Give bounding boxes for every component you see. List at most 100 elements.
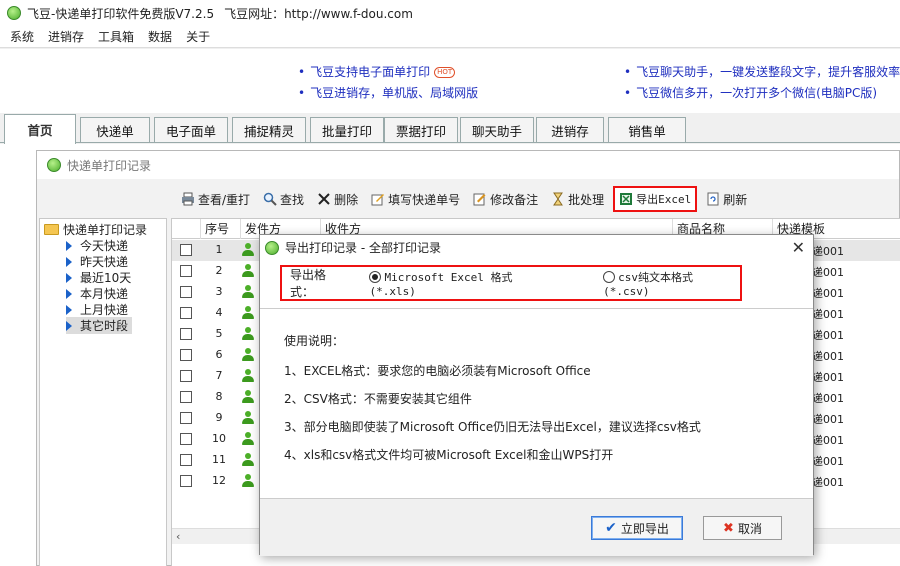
- menu-bar: 系统 进销存 工具箱 数据 关于: [0, 26, 900, 48]
- row-template: 递001: [812, 434, 844, 447]
- view-reprint-button[interactable]: 查看/重打: [177, 186, 254, 212]
- check-icon: ✔: [605, 520, 617, 536]
- tab-inventory[interactable]: 进销存: [536, 117, 604, 142]
- row-checkbox[interactable]: [180, 433, 192, 445]
- row-checkbox[interactable]: [180, 349, 192, 361]
- person-icon: [241, 390, 255, 404]
- tree-item-this-month[interactable]: 本月快递: [66, 285, 128, 302]
- row-index: 7: [215, 369, 223, 382]
- menu-data[interactable]: 数据: [148, 28, 172, 45]
- app-logo-icon: [47, 158, 61, 172]
- menu-about[interactable]: 关于: [186, 28, 210, 45]
- radio-empty-icon[interactable]: [603, 270, 616, 283]
- excel-icon: [619, 192, 633, 206]
- tree-item-today[interactable]: 今天快递: [66, 237, 128, 254]
- window-title: 飞豆-快递单打印软件免费版V7.2.5 飞豆网址：http://www.f-dou…: [27, 6, 413, 21]
- option-csv[interactable]: csv纯文本格式 (*.csv): [603, 269, 740, 298]
- tree-item-other[interactable]: 其它时段: [66, 317, 133, 334]
- row-index: 9: [215, 411, 223, 424]
- person-icon: [241, 348, 255, 362]
- edit-note-button[interactable]: 修改备注: [469, 186, 542, 212]
- tree-item-last10[interactable]: 最近10天: [66, 269, 131, 286]
- triangle-right-icon: [66, 256, 72, 267]
- triangle-right-icon: [66, 288, 72, 299]
- row-checkbox[interactable]: [180, 475, 192, 487]
- promo-link-chat[interactable]: • 飞豆聊天助手，一键发送整段文字，提升客服效率: [624, 63, 900, 80]
- row-index: 8: [215, 390, 223, 403]
- export-excel-button[interactable]: 导出Excel: [613, 186, 698, 212]
- tab-home[interactable]: 首页: [4, 114, 76, 144]
- row-checkbox[interactable]: [180, 265, 192, 277]
- person-icon: [241, 369, 255, 383]
- person-icon: [241, 243, 255, 257]
- dialog-title: 导出打印记录 - 全部打印记录: [285, 241, 441, 255]
- row-template: 递001: [812, 329, 844, 342]
- inner-title-bar: 快递单打印记录: [37, 151, 899, 179]
- usage-line-4: 4、xls和csv格式文件均可被Microsoft Excel和金山WPS打开: [284, 448, 614, 462]
- tab-eface[interactable]: 电子面单: [154, 117, 228, 142]
- row-template: 递001: [812, 392, 844, 405]
- tab-batch-print[interactable]: 批量打印: [310, 117, 384, 142]
- tab-express[interactable]: 快递单: [80, 117, 150, 142]
- row-index: 6: [215, 348, 223, 361]
- usage-line-2: 2、CSV格式：不需要安装其它组件: [284, 392, 472, 406]
- tab-receipt[interactable]: 票据打印: [384, 117, 458, 142]
- refresh-button[interactable]: 刷新: [702, 186, 751, 212]
- find-button[interactable]: 查找: [259, 186, 308, 212]
- row-checkbox[interactable]: [180, 412, 192, 424]
- tree-item-yesterday[interactable]: 昨天快递: [66, 253, 128, 270]
- row-checkbox[interactable]: [180, 244, 192, 256]
- menu-system[interactable]: 系统: [10, 28, 34, 45]
- row-checkbox[interactable]: [180, 307, 192, 319]
- option-xls[interactable]: Microsoft Excel 格式 (*.xls): [369, 269, 557, 298]
- format-label: 导出格式：: [290, 268, 327, 299]
- row-index: 10: [212, 432, 226, 445]
- tab-sales[interactable]: 销售单: [608, 117, 686, 142]
- batch-button[interactable]: 批处理: [547, 186, 608, 212]
- row-index: 2: [215, 264, 223, 277]
- row-index: 3: [215, 285, 223, 298]
- fill-tracking-button[interactable]: 填写快递单号: [367, 186, 464, 212]
- scroll-left-icon[interactable]: ‹: [176, 530, 180, 543]
- menu-toolbox[interactable]: 工具箱: [98, 28, 134, 45]
- row-index: 11: [212, 453, 226, 466]
- menu-inventory[interactable]: 进销存: [48, 28, 84, 45]
- row-template: 递001: [812, 308, 844, 321]
- triangle-right-icon: [66, 304, 72, 315]
- app-logo-icon: [265, 240, 279, 255]
- row-template: 递001: [812, 350, 844, 363]
- export-format-group: 导出格式： Microsoft Excel 格式 (*.xls) csv纯文本格…: [280, 265, 742, 301]
- folder-icon: [44, 224, 59, 235]
- export-now-button[interactable]: ✔ 立即导出: [591, 516, 683, 540]
- tree-root[interactable]: 快递单打印记录: [44, 221, 147, 238]
- triangle-right-icon: [66, 272, 72, 283]
- row-index: 5: [215, 327, 223, 340]
- radio-selected-icon[interactable]: [369, 270, 382, 283]
- hourglass-icon: [551, 192, 565, 206]
- tab-chat[interactable]: 聊天助手: [460, 117, 534, 142]
- triangle-right-icon: [66, 240, 72, 251]
- inner-title: 快递单打印记录: [67, 158, 152, 173]
- cancel-button[interactable]: ✖ 取消: [703, 516, 782, 540]
- row-checkbox[interactable]: [180, 370, 192, 382]
- usage-line-1: 1、EXCEL格式：要求您的电脑必须装有Microsoft Office: [284, 364, 591, 378]
- row-checkbox[interactable]: [180, 454, 192, 466]
- edit-icon: [371, 192, 385, 206]
- promo-link-wechat[interactable]: • 飞豆微信多开，一次打开多个微信(电脑PC版): [624, 84, 877, 101]
- col-index[interactable]: 序号: [200, 219, 240, 239]
- tab-capture[interactable]: 捕捉精灵: [232, 117, 306, 142]
- toolbar: 查看/重打 查找 删除 填写快递单号 修改备注 批处理 导出Excel 刷新: [177, 185, 756, 213]
- person-icon: [241, 264, 255, 278]
- date-tree: 快递单打印记录 今天快递 昨天快递 最近10天 本月快递 上月快递 其它时段: [39, 218, 167, 566]
- row-checkbox[interactable]: [180, 286, 192, 298]
- tree-item-last-month[interactable]: 上月快递: [66, 301, 128, 318]
- person-icon: [241, 306, 255, 320]
- person-icon: [241, 327, 255, 341]
- row-checkbox[interactable]: [180, 328, 192, 340]
- dialog-close-icon[interactable]: ✕: [792, 238, 805, 257]
- delete-button[interactable]: 删除: [313, 186, 362, 212]
- row-template: 递001: [812, 413, 844, 426]
- promo-link-inventory[interactable]: • 飞豆进销存，单机版、局域网版: [298, 84, 478, 101]
- promo-link-eface[interactable]: • 飞豆支持电子面单打印 HOT: [298, 63, 456, 80]
- row-checkbox[interactable]: [180, 391, 192, 403]
